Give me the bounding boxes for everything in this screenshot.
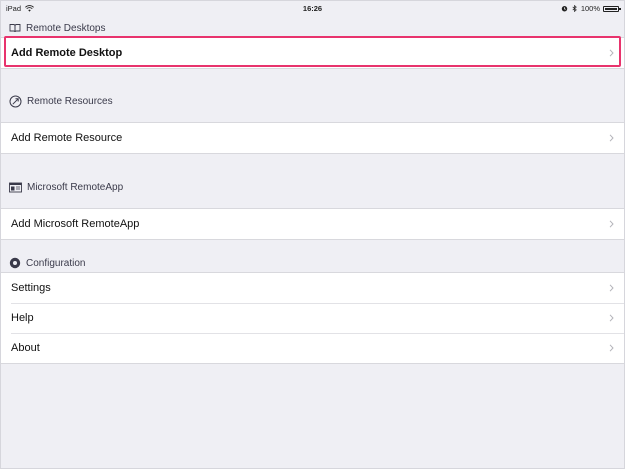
chevron-right-icon xyxy=(609,344,614,352)
help-row[interactable]: Help xyxy=(1,303,624,333)
row-label: Help xyxy=(11,312,34,324)
status-right: 100% xyxy=(561,4,621,13)
configuration-icon xyxy=(9,257,21,269)
bluetooth-icon xyxy=(572,5,577,12)
alarm-icon xyxy=(561,6,568,12)
section-header-remote-resources: Remote Resources xyxy=(9,94,113,108)
remoteapp-icon xyxy=(9,182,22,192)
app-screen: iPad 16:26 100% Remote Desktops Add Remo… xyxy=(0,0,625,469)
chevron-right-icon xyxy=(609,49,614,57)
chevron-right-icon xyxy=(609,284,614,292)
battery-percent: 100% xyxy=(580,4,600,13)
status-time: 16:26 xyxy=(302,4,323,13)
chevron-right-icon xyxy=(609,220,614,228)
row-label: Add Remote Resource xyxy=(11,132,123,144)
section-title: Microsoft RemoteApp xyxy=(27,181,124,193)
remote-resource-icon xyxy=(9,95,22,107)
row-label: About xyxy=(11,342,40,354)
section-title: Configuration xyxy=(26,257,86,269)
row-label: Add Remote Desktop xyxy=(11,47,123,59)
row-label: Add Microsoft RemoteApp xyxy=(11,218,140,230)
section-title: Remote Resources xyxy=(27,95,113,107)
section-header-remote-desktops: Remote Desktops xyxy=(9,21,105,35)
book-icon xyxy=(9,24,21,33)
section-title: Remote Desktops xyxy=(26,22,106,34)
battery-icon xyxy=(603,5,621,12)
chevron-right-icon xyxy=(609,134,614,142)
add-microsoft-remoteapp-row[interactable]: Add Microsoft RemoteApp xyxy=(1,209,624,239)
add-remote-desktop-row[interactable]: Add Remote Desktop xyxy=(1,38,624,68)
about-row[interactable]: About xyxy=(1,333,624,363)
remote-desktops-group: Add Remote Desktop xyxy=(1,37,624,69)
section-header-microsoft-remoteapp: Microsoft RemoteApp xyxy=(9,180,123,194)
settings-row[interactable]: Settings xyxy=(1,273,624,303)
chevron-right-icon xyxy=(609,314,614,322)
status-bar: iPad 16:26 100% xyxy=(1,1,624,15)
configuration-group: Settings Help About xyxy=(1,272,624,364)
add-remote-resource-row[interactable]: Add Remote Resource xyxy=(1,123,624,153)
microsoft-remoteapp-group: Add Microsoft RemoteApp xyxy=(1,208,624,240)
remote-resources-group: Add Remote Resource xyxy=(1,122,624,154)
row-label: Settings xyxy=(11,282,51,294)
section-header-configuration: Configuration xyxy=(9,256,85,270)
